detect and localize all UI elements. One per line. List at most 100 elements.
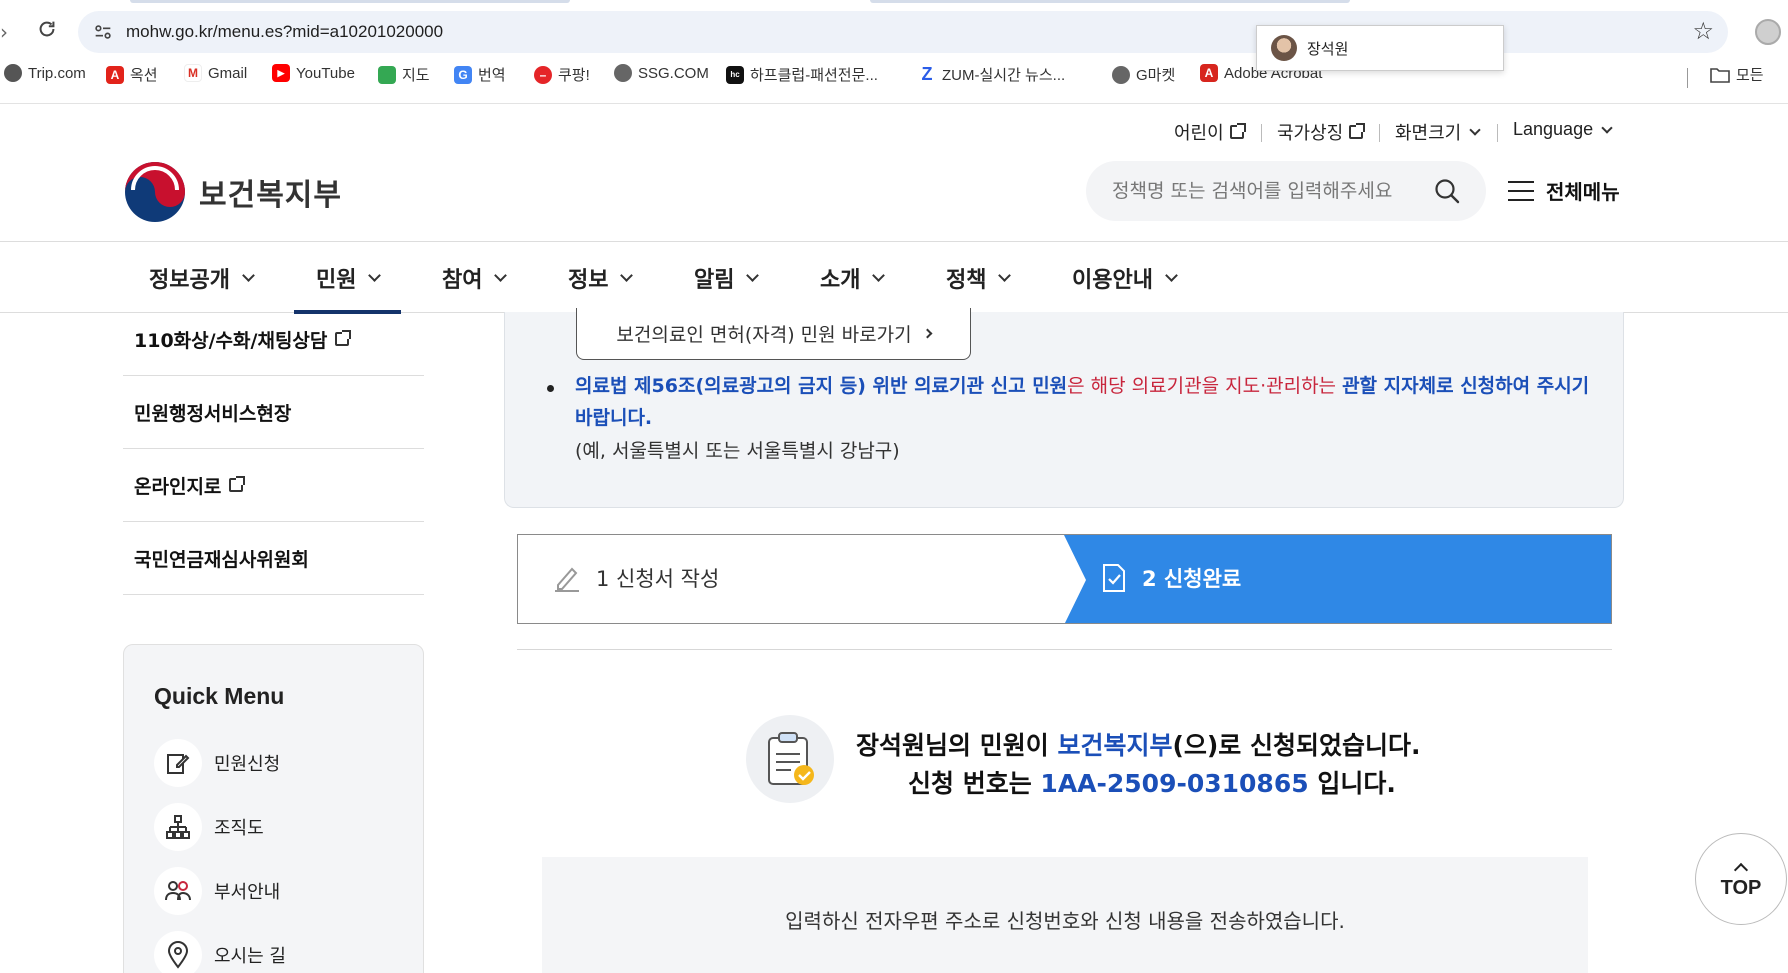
bookmark-item[interactable]: A 옥션 (106, 64, 158, 85)
util-screen-size-dropdown[interactable]: 화면크기 (1395, 119, 1481, 145)
quick-item-org-chart[interactable]: 조직도 (154, 803, 264, 851)
email-notice-box: 입력하신 전자우편 주소로 신청번호와 신청 내용을 전송하였습니다. (542, 857, 1588, 973)
bookmark-label: G마켓 (1136, 67, 1176, 84)
result-text: 신청 번호는 (908, 769, 1041, 798)
util-label: 국가상징 (1277, 123, 1344, 144)
site-search (1086, 161, 1486, 221)
quick-menu-title: Quick Menu (154, 683, 285, 709)
bookmark-label: Gmail (208, 64, 248, 82)
search-input[interactable] (1112, 175, 1422, 207)
gmail-icon: M (184, 64, 202, 82)
divider (1497, 124, 1498, 142)
all-menu-label: 전체메뉴 (1546, 180, 1620, 204)
util-label: Language (1513, 119, 1594, 139)
quick-item-label: 민원신청 (214, 754, 281, 775)
bookmark-item[interactable]: G마켓 (1112, 64, 1175, 85)
bullet-dot (547, 385, 554, 392)
gnb-label: 소개 (820, 267, 861, 293)
chevron-down-icon (1601, 121, 1613, 134)
avatar (1271, 35, 1297, 61)
gnb-item-usage-guide[interactable]: 이용안내 (1072, 242, 1178, 313)
forward-icon[interactable]: › (0, 20, 8, 44)
result-message-line-2: 신청 번호는 1AA-2509-0310865 입니다. (908, 764, 1396, 800)
gnb-item-news[interactable]: 알림 (694, 242, 760, 313)
profile-popup[interactable]: 장석원 (1256, 25, 1504, 71)
sidebar-item-label: 민원행정서비스현장 (134, 402, 292, 425)
external-link-icon (229, 476, 246, 492)
step-1-write: 1 신청서 작성 (552, 563, 719, 593)
utility-links: 어린이 국가상징 화면크기 Language (0, 119, 1788, 147)
bookmark-label: 번역 (478, 67, 506, 84)
bookmark-item[interactable]: Trip.com (4, 64, 86, 82)
bookmark-star-icon[interactable]: ☆ (1692, 17, 1714, 45)
quick-item-departments[interactable]: 부서안내 (154, 867, 280, 915)
divider (517, 649, 1612, 650)
site-logo[interactable]: 보건복지부 (123, 160, 342, 224)
bookmark-folder[interactable]: 모든 (1710, 64, 1764, 85)
bookmark-item[interactable]: – 쿠팡! (534, 64, 590, 85)
notice-warning: 은 해당 의료기관을 지도·관리하는 (1067, 375, 1343, 397)
license-petition-label: 보건의료인 면허(자격) 민원 바로가기 (616, 324, 912, 346)
step-label: 2 신청완료 (1142, 567, 1242, 591)
sidebar-item-pension-review[interactable]: 국민연금재심사위원회 (123, 522, 424, 595)
bookmark-item[interactable]: 지도 (378, 64, 430, 85)
hamburger-icon (1508, 180, 1534, 201)
license-petition-button[interactable]: 보건의료인 면허(자격) 민원 바로가기 (576, 308, 971, 360)
bookmark-item[interactable]: ▶ YouTube (272, 64, 355, 82)
gnb-item-policy[interactable]: 정책 (946, 242, 1012, 313)
auction-icon: A (106, 65, 124, 84)
gnb-label: 정책 (946, 267, 987, 293)
profile-avatar[interactable] (1755, 19, 1781, 45)
site-info-icon[interactable] (92, 21, 114, 43)
reload-icon[interactable] (36, 18, 58, 40)
maps-icon (378, 65, 396, 84)
bookmark-label: 쿠팡! (558, 67, 590, 84)
scroll-top-button[interactable]: TOP (1695, 833, 1787, 925)
bookmark-item[interactable]: hc 하프클럽-패션전문... (726, 64, 878, 85)
gnb-label: 이용안내 (1072, 267, 1153, 293)
sidebar-item-label: 국민연금재심사위원회 (134, 548, 309, 571)
url-text[interactable]: mohw.go.kr/menu.es?mid=a10201020000 (126, 22, 443, 42)
youtube-icon: ▶ (272, 64, 290, 82)
sidebar-item-online-giro[interactable]: 온라인지로 (123, 449, 424, 522)
pencil-icon (555, 567, 579, 592)
bookmark-label: 하프클럽-패션전문... (750, 67, 878, 84)
quick-item-label: 조직도 (214, 818, 264, 839)
bookmarks-separator (1687, 68, 1688, 88)
taegeuk-logo-icon (125, 162, 185, 222)
tab-indicator (870, 0, 1350, 3)
chevron-down-icon (620, 269, 634, 282)
bookmark-label: Trip.com (28, 64, 86, 82)
chevron-down-icon (368, 269, 382, 282)
gnb-label: 민원 (316, 267, 357, 293)
util-label: 화면크기 (1395, 123, 1462, 144)
gnb-item-information[interactable]: 정보 (568, 242, 634, 313)
search-icon[interactable] (1434, 178, 1460, 204)
browser-chrome: › mohw.go.kr/menu.es?mid=a10201020000 ☆ … (0, 0, 1788, 104)
external-link-icon (1229, 123, 1246, 139)
util-language-dropdown[interactable]: Language (1513, 119, 1613, 140)
sidebar-item-110-consult[interactable]: 110화상/수화/채팅상담 (123, 303, 424, 376)
external-link-icon (335, 330, 352, 346)
quick-item-directions[interactable]: 오시는 길 (154, 931, 286, 973)
util-link-national-symbols[interactable]: 국가상징 (1277, 119, 1366, 145)
result-text: (으)로 신청되었습니다. (1172, 731, 1421, 760)
gnb-item-participation[interactable]: 참여 (442, 242, 508, 313)
sidebar-item-service-site[interactable]: 민원행정서비스현장 (123, 376, 424, 449)
chevron-up-icon (1733, 862, 1749, 877)
notice-text: 의료법 제56조(의료광고의 금지 등) 위반 의료기관 신고 민원은 해당 의… (575, 370, 1595, 434)
bookmark-item[interactable]: SSG.COM (614, 64, 709, 82)
util-link-kids[interactable]: 어린이 (1174, 119, 1246, 145)
halfclub-icon: hc (726, 65, 744, 84)
all-menu-button[interactable]: 전체메뉴 (1508, 176, 1620, 205)
bookmark-item[interactable]: G 번역 (454, 64, 506, 85)
bookmark-item[interactable]: M Gmail (184, 64, 247, 82)
quick-item-petition[interactable]: 민원신청 (154, 739, 280, 787)
gnb-item-about[interactable]: 소개 (820, 242, 886, 313)
gnb-label: 정보 (568, 267, 609, 293)
bookmark-item[interactable]: Z ZUM-실시간 뉴스... (918, 64, 1065, 85)
chevron-down-icon (1469, 124, 1481, 136)
gnb-label: 참여 (442, 267, 483, 293)
bookmark-label: ZUM-실시간 뉴스... (942, 67, 1066, 84)
bookmark-label: 지도 (402, 67, 430, 84)
